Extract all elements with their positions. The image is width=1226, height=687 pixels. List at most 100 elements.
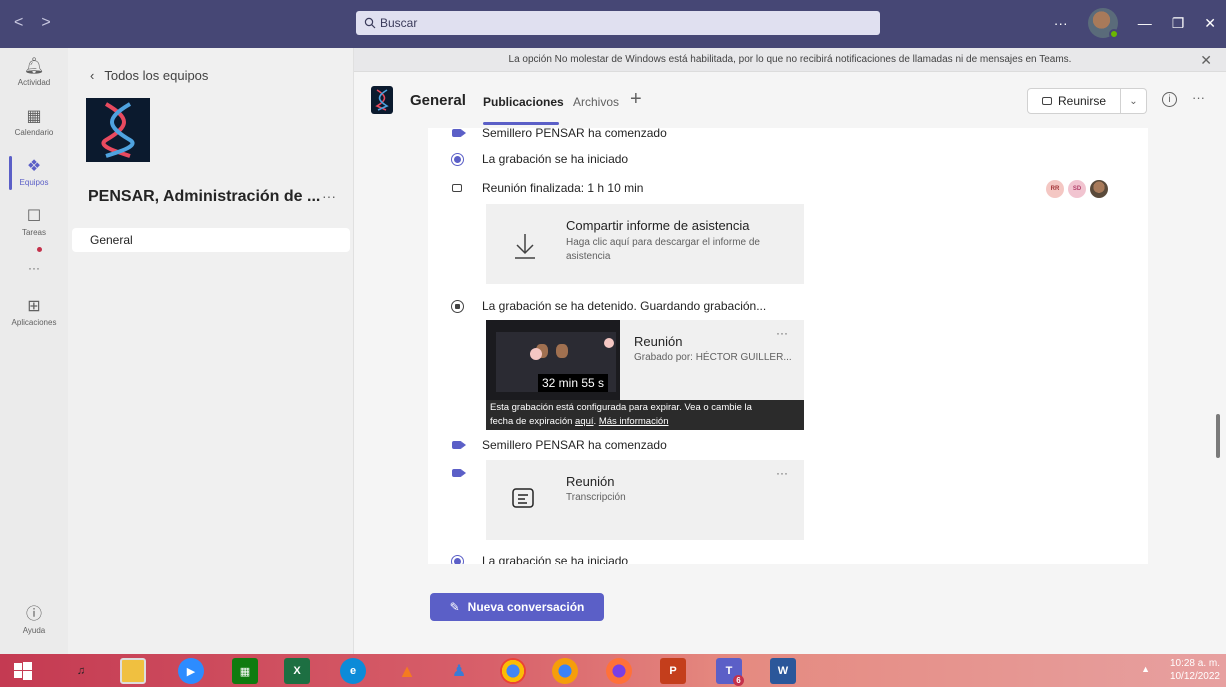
back-arrow-icon[interactable]: < <box>14 14 23 32</box>
more-info-link[interactable]: Más información <box>599 416 669 427</box>
user-avatar[interactable] <box>1087 8 1119 39</box>
chrome-canary-icon[interactable] <box>552 658 578 684</box>
forward-arrow-icon[interactable]: > <box>41 14 50 32</box>
channel-item-general[interactable]: General <box>72 228 350 252</box>
channel-header: General Publicaciones Archivos + Reunirs… <box>354 72 1226 128</box>
card-more-icon[interactable]: ··· <box>776 326 788 340</box>
teams-badge: 6 <box>733 675 744 686</box>
apps-icon: ⊞ <box>27 298 41 315</box>
dna-icon <box>375 89 389 111</box>
dna-icon <box>101 102 135 158</box>
tray-expand-icon[interactable]: ▲ <box>1141 664 1150 674</box>
file-explorer-icon[interactable] <box>120 658 146 684</box>
team-more-icon[interactable]: ··· <box>322 188 336 204</box>
card-subtitle: Transcripción <box>566 492 626 503</box>
new-conversation-button[interactable]: ✎ Nueva conversación <box>430 593 604 621</box>
meet-label: Reunirse <box>1057 94 1107 108</box>
clock-date: 10/12/2022 <box>1169 671 1220 682</box>
change-expiration-link[interactable]: aquí <box>575 416 594 427</box>
rail-item-calendar[interactable]: ▦ Calendario <box>0 98 68 148</box>
recording-duration: 32 min 55 s <box>538 374 609 392</box>
card-subtitle: asistencia <box>566 251 611 262</box>
event-text: Semillero PENSAR ha comenzado <box>482 438 667 452</box>
tab-archivos[interactable]: Archivos <box>573 95 619 109</box>
channel-more-icon[interactable]: ··· <box>1192 90 1205 105</box>
event-meeting-started: Semillero PENSAR ha comenzado <box>450 438 667 452</box>
more-options-icon[interactable]: ··· <box>1054 15 1068 31</box>
windows-start-icon[interactable] <box>10 658 36 684</box>
team-name: PENSAR, Administración de ... <box>88 188 321 205</box>
event-recording-stopped: La grabación se ha detenido. Guardando g… <box>450 298 766 313</box>
card-more-icon[interactable]: ··· <box>776 466 788 480</box>
scrollbar-thumb[interactable] <box>1216 414 1220 458</box>
calendar-icon: ▦ <box>26 108 42 125</box>
person-icon[interactable]: ♟ <box>446 658 472 684</box>
system-clock[interactable]: 10:28 a. m. 10/12/2022 <box>1170 657 1220 683</box>
rail-item-teams[interactable]: ❖ Equipos <box>0 148 68 198</box>
attendance-report-card[interactable]: Compartir informe de asistencia Haga cli… <box>486 204 804 284</box>
avatar[interactable]: SD <box>1068 180 1086 198</box>
search-bar[interactable]: Buscar <box>356 11 880 35</box>
window-controls: ··· — ❐ ✕ <box>1054 8 1216 39</box>
firefox-icon[interactable] <box>606 658 632 684</box>
video-camera-icon <box>452 441 466 449</box>
back-to-teams-link[interactable]: ‹ Todos los equipos <box>90 68 208 83</box>
rail-item-activity[interactable]: 🔔︎ Actividad <box>0 48 68 98</box>
event-meeting-ended: Reunión finalizada: 1 h 10 min <box>450 181 643 195</box>
event-meeting-started: Semillero PENSAR ha comenzado <box>450 128 667 140</box>
card-subtitle: Haga clic aquí para descargar el informe… <box>566 237 760 248</box>
vlc-icon[interactable]: ▲ <box>394 658 420 684</box>
meet-dropdown-button[interactable]: ⌄ <box>1121 88 1147 114</box>
rail-item-tasks[interactable]: ☐ Tareas <box>0 198 68 252</box>
search-icon <box>364 17 376 29</box>
zoom-icon[interactable]: ▶ <box>178 658 204 684</box>
meet-button[interactable]: Reunirse <box>1027 88 1121 114</box>
history-nav: < > <box>14 14 51 32</box>
rail-item-help[interactable]: ⓘ Ayuda <box>0 596 68 646</box>
store-icon[interactable]: ▦ <box>232 658 258 684</box>
close-icon[interactable]: ✕ <box>1200 52 1212 69</box>
video-camera-icon <box>452 469 466 477</box>
close-window-icon[interactable]: ✕ <box>1204 15 1216 32</box>
recording-card[interactable]: 32 min 55 s Reunión Grabado por: HÉCTOR … <box>486 320 804 400</box>
bell-icon: 🔔︎ <box>23 58 45 75</box>
record-icon <box>450 153 464 166</box>
info-icon[interactable]: i <box>1162 92 1177 107</box>
event-recording-started: La grabación se ha iniciado <box>450 554 628 564</box>
presence-available-icon <box>1108 29 1119 39</box>
transcript-card[interactable]: Reunión Transcripción ··· <box>486 460 804 540</box>
channel-title: General <box>410 92 466 109</box>
teams-taskbar-icon[interactable]: T6 <box>716 658 744 686</box>
channel-logo <box>371 86 393 114</box>
avatar[interactable]: RR <box>1046 180 1064 198</box>
word-icon[interactable]: W <box>770 658 796 684</box>
add-tab-button[interactable]: + <box>630 88 642 111</box>
video-camera-icon <box>1041 97 1052 105</box>
rail-item-more[interactable]: ··· <box>0 248 68 288</box>
event-text: Semillero PENSAR ha comenzado <box>482 128 667 140</box>
banner-text: La opción No molestar de Windows está ha… <box>508 54 1072 65</box>
maximize-icon[interactable]: ❐ <box>1172 15 1185 32</box>
rail-item-apps[interactable]: ⊞ Aplicaciones <box>0 288 68 338</box>
video-camera-outline-icon <box>452 184 462 192</box>
participant-face <box>556 344 568 358</box>
video-camera-icon <box>452 129 466 137</box>
edge-icon[interactable]: e <box>340 658 366 684</box>
tab-publicaciones[interactable]: Publicaciones <box>483 95 564 109</box>
tasks-icon: ☐ <box>26 208 42 225</box>
excel-icon[interactable]: X <box>284 658 310 684</box>
team-panel: ‹ Todos los equipos PENSAR, Administraci… <box>68 48 354 654</box>
notice-text: Esta grabación está configurada para exp… <box>490 402 752 413</box>
avatar[interactable] <box>1090 180 1108 198</box>
app-rail: 🔔︎ Actividad ▦ Calendario ❖ Equipos ☐ Ta… <box>0 48 68 654</box>
record-icon <box>450 555 464 564</box>
chrome-icon[interactable] <box>500 658 526 684</box>
recording-thumbnail[interactable]: 32 min 55 s <box>486 320 620 400</box>
music-app-icon[interactable]: ♫ <box>68 658 94 684</box>
powerpoint-icon[interactable]: P <box>660 658 686 684</box>
event-text: Reunión finalizada: 1 h 10 min <box>482 181 644 195</box>
minimize-icon[interactable]: — <box>1138 15 1152 31</box>
card-title: Reunión <box>566 474 615 489</box>
participant-badge <box>530 348 542 360</box>
title-bar: < > Buscar ··· — ❐ ✕ <box>0 0 1226 48</box>
